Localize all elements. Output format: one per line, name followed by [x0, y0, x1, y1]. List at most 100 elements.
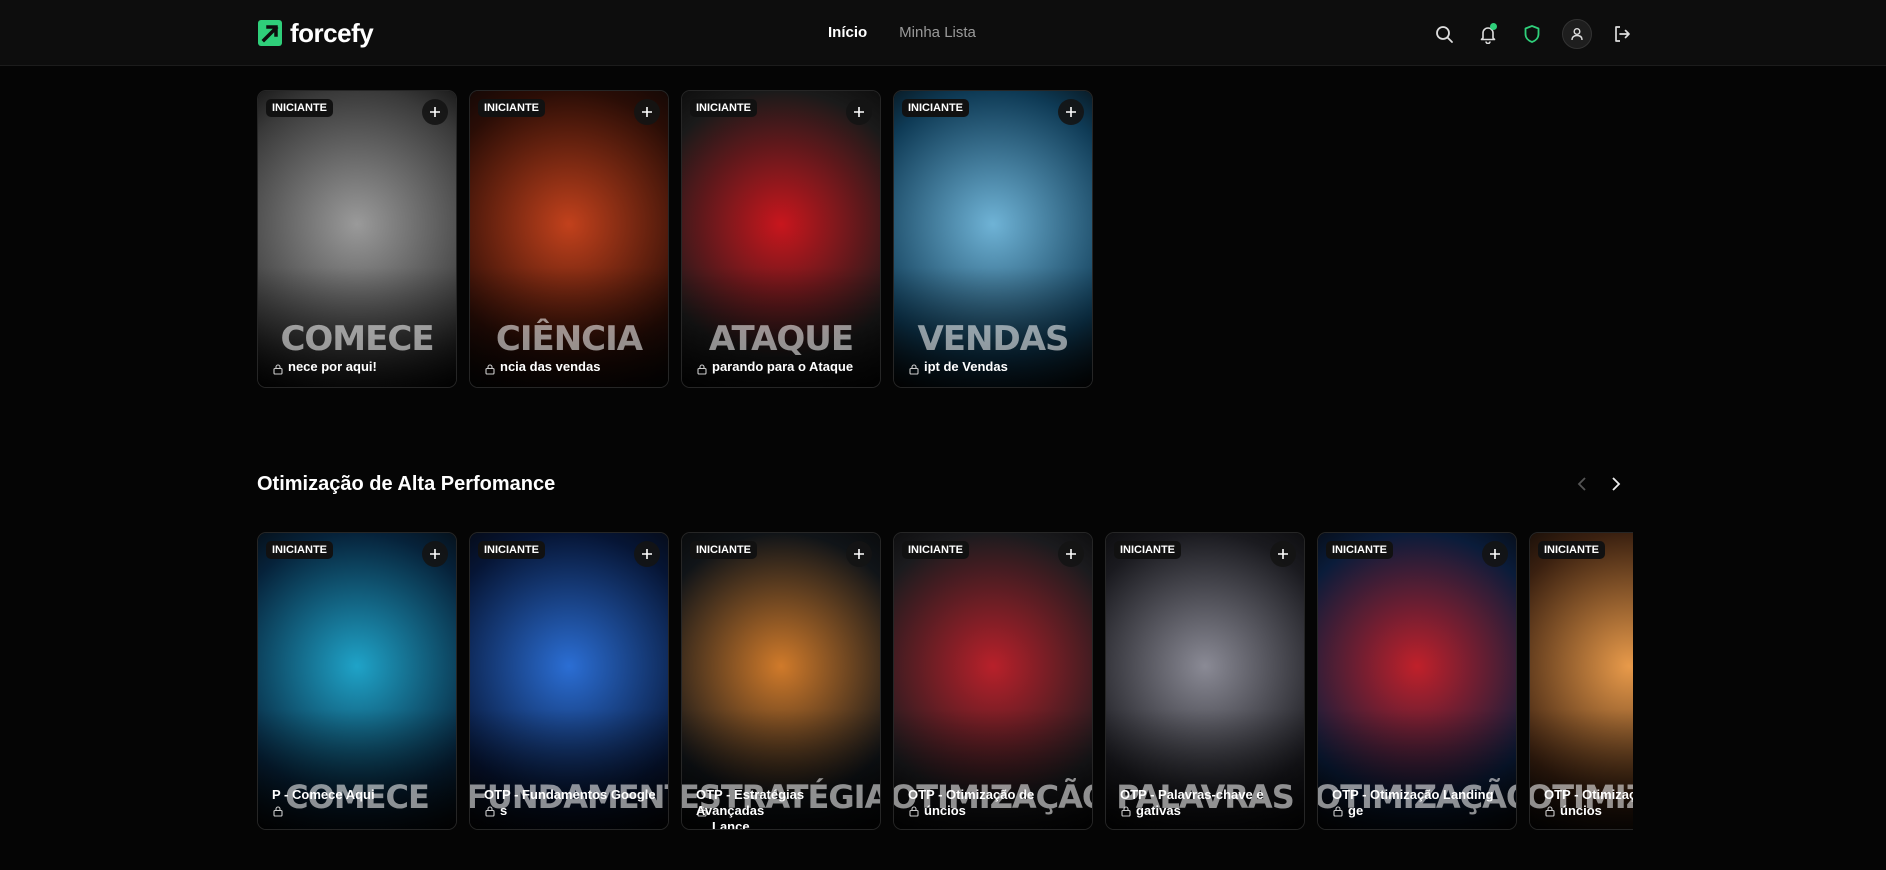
plus-icon	[854, 549, 864, 559]
course-card[interactable]: OTIMIZAÇÃO INICIANTE OTP - Otimização La…	[1317, 532, 1517, 830]
carousel-next-button[interactable]	[1606, 474, 1626, 494]
add-to-list-button[interactable]	[846, 541, 872, 567]
top-navigation-bar: forcefy Início Minha Lista	[0, 0, 1886, 66]
notification-dot	[1490, 23, 1497, 30]
course-title: P - Comece Aqui	[272, 787, 448, 803]
nav-item-minha-lista[interactable]: Minha Lista	[899, 23, 976, 43]
add-to-list-button[interactable]	[634, 541, 660, 567]
course-card[interactable]: COMECE INICIANTE P - Comece Aqui	[257, 532, 457, 830]
course-title-line2: ge	[1348, 803, 1364, 818]
logo-text: forcefy	[290, 18, 374, 48]
section-title: Otimização de Alta Perfomance	[257, 473, 556, 495]
plus-icon	[642, 549, 652, 559]
course-card[interactable]: ESTRATÉGIAS INICIANTE OTP - Estratégias …	[681, 532, 881, 830]
add-to-list-button[interactable]	[1058, 99, 1084, 125]
add-to-list-button[interactable]	[846, 99, 872, 125]
carousel-controls	[1572, 474, 1626, 494]
cover-big-word: ATAQUE	[708, 319, 854, 359]
plus-icon	[642, 107, 652, 117]
plus-icon	[1278, 549, 1288, 559]
level-badge: INICIANTE	[690, 99, 757, 117]
course-title: ipt de Vendas	[924, 359, 1008, 374]
course-title-line2: gativas	[1136, 803, 1181, 818]
header-actions	[1430, 19, 1636, 49]
course-title-line1: OTP - Otimização de	[908, 787, 1035, 802]
lock-icon	[273, 806, 283, 817]
chevron-right-icon	[1612, 477, 1621, 491]
logout-button[interactable]	[1608, 20, 1636, 48]
course-title: OTP - Otimizaç úncios	[1544, 787, 1633, 819]
cover-big-word: CIÊNCIA	[495, 319, 643, 359]
plus-icon	[1066, 549, 1076, 559]
search-icon	[1436, 26, 1453, 43]
course-card[interactable]: OTIMIZAÇÃO INICIANTE OTP - Otimizaçúncio…	[1529, 532, 1633, 830]
course-title: ncia das vendas	[500, 359, 601, 374]
course-title-line2: úncios	[924, 803, 966, 818]
course-title-line2: úncios	[1560, 803, 1602, 818]
level-badge: INICIANTE	[266, 99, 333, 117]
plus-icon	[1490, 549, 1500, 559]
course-row-featured: COMECE INICIANTE nece por aqui! CIÊNCIA …	[257, 90, 1633, 390]
chevron-left-icon	[1577, 477, 1586, 491]
course-title: OTP - Estratégias Avançadas Lance	[696, 787, 872, 830]
logout-icon	[1615, 26, 1630, 42]
course-title: OTP - Fundamentos Google s	[484, 787, 660, 819]
course-title-line1: OTP - Palavras-chave e	[1120, 787, 1264, 802]
lock-icon	[909, 364, 919, 375]
course-title: OTP - Otimização Landing ge	[1332, 787, 1508, 819]
add-to-list-button[interactable]	[634, 99, 660, 125]
course-title-line1: OTP - Fundamentos Google	[484, 787, 656, 802]
level-badge: INICIANTE	[902, 99, 969, 117]
nav-item-inicio[interactable]: Início	[828, 23, 867, 43]
course-title: OTP - Palavras-chave e gativas	[1120, 787, 1296, 819]
lock-icon	[485, 364, 495, 375]
security-button[interactable]	[1518, 20, 1546, 48]
plus-icon	[854, 107, 864, 117]
course-title-line2: s	[500, 803, 508, 818]
course-title-line1: OTP - Estratégias Avançadas	[696, 787, 805, 818]
plus-icon	[430, 549, 440, 559]
level-badge: INICIANTE	[1326, 541, 1393, 559]
course-card[interactable]: CIÊNCIA INICIANTE ncia das vendas	[469, 90, 669, 388]
add-to-list-button[interactable]	[1482, 541, 1508, 567]
level-badge: INICIANTE	[902, 541, 969, 559]
course-title: nece por aqui!	[288, 359, 377, 374]
course-title-line1: P - Comece Aqui	[272, 787, 375, 802]
shield-icon	[1524, 25, 1540, 43]
course-title-line1: OTP - Otimização Landing	[1332, 787, 1494, 802]
carousel-prev-button[interactable]	[1572, 474, 1592, 494]
notifications-button[interactable]	[1474, 20, 1502, 48]
course-card[interactable]: VENDAS INICIANTE ipt de Vendas	[893, 90, 1093, 388]
course-title: parando para o Ataque	[712, 359, 854, 374]
course-card[interactable]: ATAQUE INICIANTE parando para o Ataque	[681, 90, 881, 388]
level-badge: INICIANTE	[478, 541, 545, 559]
add-to-list-button[interactable]	[1270, 541, 1296, 567]
search-button[interactable]	[1430, 20, 1458, 48]
add-to-list-button[interactable]	[422, 541, 448, 567]
lock-icon	[273, 364, 283, 375]
plus-icon	[430, 107, 440, 117]
cover-big-word: VENDAS	[917, 319, 1069, 359]
add-to-list-button[interactable]	[422, 99, 448, 125]
course-card[interactable]: FUNDAMENTOS INICIANTE OTP - Fundamentos …	[469, 532, 669, 830]
course-row-otimizacao: COMECE INICIANTE P - Comece Aqui FUNDAME…	[257, 532, 1633, 832]
logo-mark-icon	[258, 20, 282, 46]
lock-icon	[697, 364, 707, 375]
course-card[interactable]: PALAVRAS INICIANTE OTP - Palavras-chave …	[1105, 532, 1305, 830]
forcefy-logo[interactable]: forcefy	[258, 18, 374, 48]
level-badge: INICIANTE	[1114, 541, 1181, 559]
course-card[interactable]: OTIMIZAÇÃO INICIANTE OTP - Otimização de…	[893, 532, 1093, 830]
profile-button[interactable]	[1562, 19, 1592, 49]
course-card[interactable]: COMECE INICIANTE nece por aqui!	[257, 90, 457, 388]
course-title-line2: Lance	[712, 819, 750, 830]
user-icon	[1571, 28, 1583, 41]
level-badge: INICIANTE	[478, 99, 545, 117]
level-badge: INICIANTE	[266, 541, 333, 559]
main-nav: Início Minha Lista	[828, 23, 976, 43]
course-title-line1: OTP - Otimizaç	[1544, 787, 1633, 802]
cover-big-word: COMECE	[280, 319, 434, 359]
course-title: OTP - Otimização de úncios	[908, 787, 1084, 819]
add-to-list-button[interactable]	[1058, 541, 1084, 567]
level-badge: INICIANTE	[1538, 541, 1605, 559]
level-badge: INICIANTE	[690, 541, 757, 559]
